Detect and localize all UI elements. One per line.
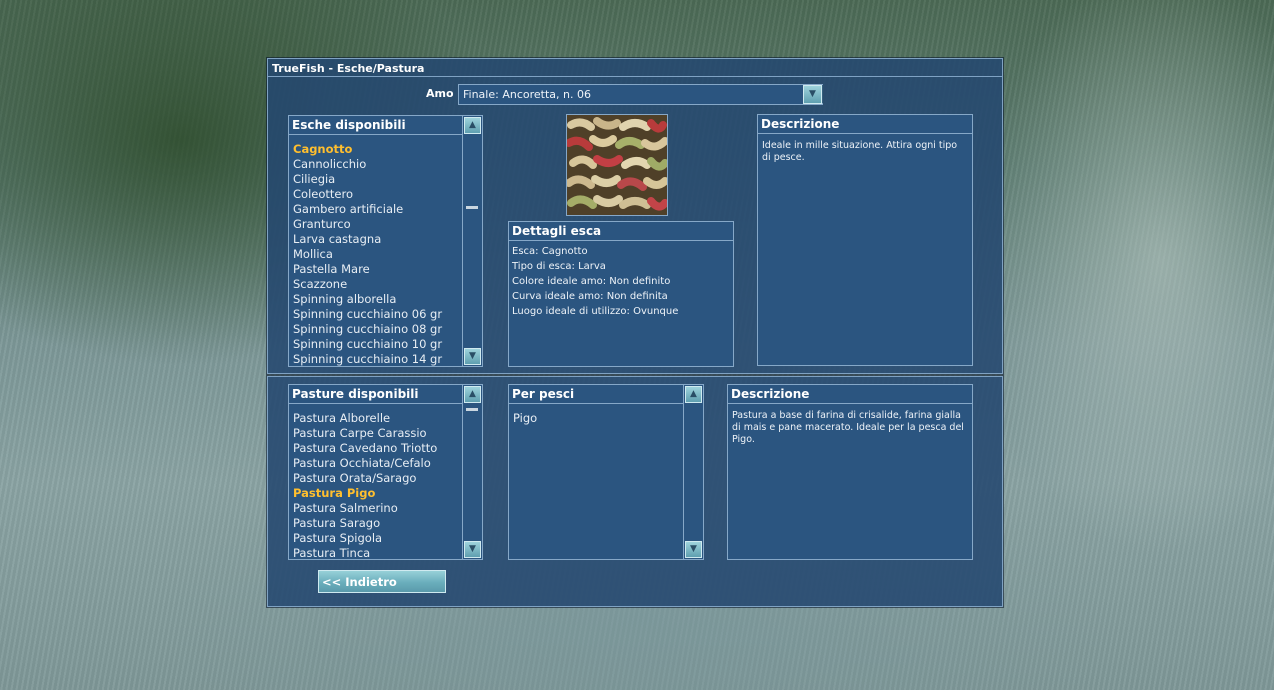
list-item[interactable]: Pastura Occhiata/Cefalo: [293, 456, 437, 471]
baits-scrollbar[interactable]: ▲ ▼: [462, 116, 482, 366]
chevron-down-icon: ▼: [469, 351, 476, 361]
list-item[interactable]: Pastura Cavedano Triotto: [293, 441, 437, 456]
list-item[interactable]: Spinning cucchiaino 14 gr: [293, 352, 442, 366]
groundbaits-items: Pastura Alborelle Pastura Carpe Carassio P…: [293, 411, 437, 559]
hook-next-button[interactable]: ▼: [803, 85, 822, 104]
list-item[interactable]: Gambero artificiale: [293, 202, 442, 217]
groundbaits-scroll-up-button[interactable]: ▲: [464, 386, 481, 403]
fish-scroll-up-button[interactable]: ▲: [685, 386, 702, 403]
title-separator: [268, 76, 1002, 77]
bait-detail-hook-curve: Curva ideale amo: Non definita: [512, 291, 668, 302]
list-item[interactable]: Spinning cucchiaino 08 gr: [293, 322, 442, 337]
window-title: TrueFish - Esche/Pastura: [272, 62, 425, 75]
list-item[interactable]: Cannolicchio: [293, 157, 442, 172]
chevron-down-icon: ▼: [690, 544, 697, 554]
hook-label: Amo: [426, 87, 454, 100]
list-item[interactable]: Pastura Spigola: [293, 531, 437, 546]
baits-panel: TrueFish - Esche/Pastura Amo Finale: Anc…: [267, 58, 1003, 374]
groundbaits-scroll-thumb[interactable]: [466, 408, 478, 411]
list-item[interactable]: Spinning cucchiaino 10 gr: [293, 337, 442, 352]
fish-list-header: Per pesci: [509, 385, 683, 404]
bait-image: [566, 114, 668, 216]
list-item[interactable]: Coleottero: [293, 187, 442, 202]
list-item[interactable]: Larva castagna: [293, 232, 442, 247]
bait-description-text: Ideale in mille situazione. Attira ogni …: [762, 140, 958, 163]
bait-detail-type: Tipo di esca: Larva: [512, 261, 606, 272]
bait-detail-name: Esca: Cagnotto: [512, 246, 588, 257]
baits-scroll-up-button[interactable]: ▲: [464, 117, 481, 134]
baits-scroll-thumb[interactable]: [466, 206, 478, 209]
chevron-down-icon: ▼: [469, 544, 476, 554]
list-item[interactable]: Spinning alborella: [293, 292, 442, 307]
list-item[interactable]: Pastura Orata/Sarago: [293, 471, 437, 486]
fish-scrollbar[interactable]: ▲ ▼: [683, 385, 703, 559]
list-item[interactable]: Pigo: [513, 411, 537, 426]
chevron-up-icon: ▲: [469, 389, 476, 399]
chevron-down-icon: ▼: [809, 89, 816, 99]
list-item[interactable]: Pastura Salmerino: [293, 501, 437, 516]
bait-detail-hook-color: Colore ideale amo: Non definito: [512, 276, 671, 287]
groundbaits-scrollbar[interactable]: ▲ ▼: [462, 385, 482, 559]
baits-scroll-down-button[interactable]: ▼: [464, 348, 481, 365]
groundbait-description-header: Descrizione: [728, 385, 972, 404]
groundbait-description-text: Pastura a base di farina di crisalide, f…: [732, 410, 964, 445]
bait-description-box: Descrizione Ideale in mille situazione. …: [757, 114, 973, 366]
list-item[interactable]: Pastura Tinca: [293, 546, 437, 559]
groundbaits-list[interactable]: Pasture disponibili Pastura Alborelle Pas…: [288, 384, 483, 560]
chevron-up-icon: ▲: [690, 389, 697, 399]
back-button[interactable]: << Indietro: [318, 570, 446, 593]
list-item[interactable]: Cagnotto: [293, 142, 442, 157]
list-item[interactable]: Pastura Pigo: [293, 486, 437, 501]
hook-select-value: Finale: Ancoretta, n. 06: [463, 88, 591, 101]
list-item[interactable]: Ciliegia: [293, 172, 442, 187]
groundbait-description-box: Descrizione Pastura a base di farina di …: [727, 384, 973, 560]
bait-detail-location: Luogo ideale di utilizzo: Ovunque: [512, 306, 679, 317]
fish-items: Pigo: [513, 411, 537, 426]
groundbaits-list-header: Pasture disponibili: [289, 385, 462, 404]
hook-select[interactable]: Finale: Ancoretta, n. 06 ▲: [458, 84, 823, 105]
list-item[interactable]: Pastella Mare: [293, 262, 442, 277]
baits-list-header: Esche disponibili: [289, 116, 462, 135]
list-item[interactable]: Pastura Alborelle: [293, 411, 437, 426]
groundbait-panel: Pasture disponibili Pastura Alborelle Pas…: [267, 376, 1003, 607]
groundbaits-scroll-down-button[interactable]: ▼: [464, 541, 481, 558]
bait-description-header: Descrizione: [758, 115, 972, 134]
list-item[interactable]: Scazzone: [293, 277, 442, 292]
list-item[interactable]: Pastura Sarago: [293, 516, 437, 531]
list-item[interactable]: Mollica: [293, 247, 442, 262]
bait-details-box: Dettagli esca Esca: Cagnotto Tipo di esc…: [508, 221, 734, 367]
list-item[interactable]: Granturco: [293, 217, 442, 232]
baits-items: Cagnotto Cannolicchio Ciliegia Coleottero Ga…: [293, 142, 442, 366]
bait-details-header: Dettagli esca: [509, 222, 733, 241]
list-item[interactable]: Spinning cucchiaino 06 gr: [293, 307, 442, 322]
maggot-picture: [567, 115, 667, 215]
baits-list[interactable]: Esche disponibili Cagnotto Cannolicchio Ci…: [288, 115, 483, 367]
chevron-up-icon: ▲: [469, 120, 476, 130]
fish-list[interactable]: Per pesci Pigo ▲ ▼: [508, 384, 704, 560]
fish-scroll-down-button[interactable]: ▼: [685, 541, 702, 558]
list-item[interactable]: Pastura Carpe Carassio: [293, 426, 437, 441]
